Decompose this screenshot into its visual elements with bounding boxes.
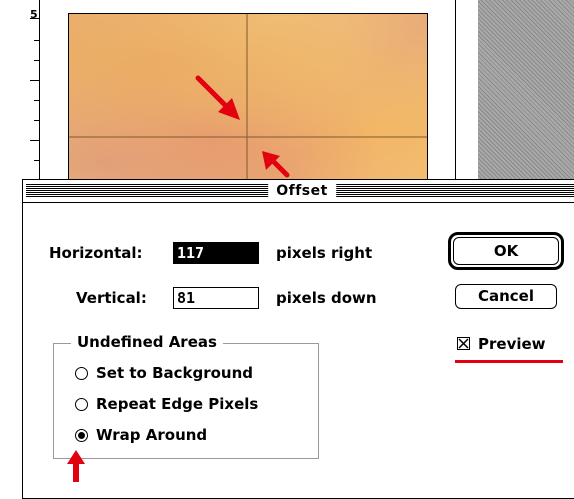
vertical-value: 81 bbox=[177, 289, 196, 307]
horizontal-unit: pixels right bbox=[276, 244, 373, 262]
horizontal-seam bbox=[69, 136, 427, 138]
preview-label[interactable]: Preview bbox=[478, 335, 546, 353]
ok-button[interactable]: OK bbox=[453, 237, 559, 265]
radio-button-selected-icon[interactable] bbox=[75, 429, 88, 442]
offset-image[interactable] bbox=[68, 13, 428, 180]
preview-checkbox[interactable] bbox=[457, 337, 470, 350]
horizontal-label: Horizontal: bbox=[49, 244, 143, 262]
radio-label: Set to Background bbox=[96, 364, 254, 382]
cancel-label: Cancel bbox=[477, 287, 534, 305]
vertical-unit: pixels down bbox=[276, 289, 377, 307]
vertical-ruler bbox=[25, 0, 40, 180]
dialog-title: Offset bbox=[268, 182, 336, 200]
preview-underline bbox=[455, 360, 563, 363]
cancel-button[interactable]: Cancel bbox=[455, 284, 557, 309]
horizontal-field[interactable]: 117 bbox=[173, 242, 259, 264]
undefined-areas-title: Undefined Areas bbox=[71, 333, 223, 351]
ok-label: OK bbox=[493, 242, 519, 260]
vertical-label: Vertical: bbox=[76, 289, 147, 307]
vertical-scrollbar[interactable] bbox=[455, 0, 479, 180]
dialog-titlebar[interactable]: Offset bbox=[23, 180, 574, 203]
document-window: 5 bbox=[0, 0, 574, 180]
radio-label: Repeat Edge Pixels bbox=[96, 395, 259, 413]
radio-set-to-background[interactable]: Set to Background bbox=[75, 364, 295, 384]
horizontal-value: 117 bbox=[177, 244, 205, 262]
radio-label: Wrap Around bbox=[96, 426, 208, 444]
vertical-field[interactable]: 81 bbox=[173, 287, 259, 309]
radio-repeat-edge-pixels[interactable]: Repeat Edge Pixels bbox=[75, 395, 305, 415]
ruler-label: 5 bbox=[30, 8, 38, 21]
radio-wrap-around[interactable]: Wrap Around bbox=[75, 426, 245, 446]
checkbox-x-icon bbox=[458, 338, 469, 349]
vertical-seam bbox=[246, 14, 248, 179]
radio-button-icon[interactable] bbox=[75, 398, 88, 411]
pasteboard bbox=[478, 0, 574, 180]
radio-button-icon[interactable] bbox=[75, 367, 88, 380]
offset-dialog: Offset Horizontal: 117 pixels right Vert… bbox=[22, 179, 574, 499]
